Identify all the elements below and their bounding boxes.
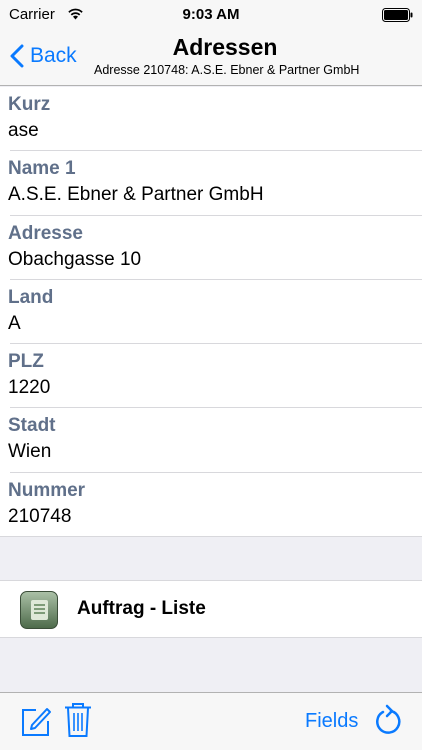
field-value: 210748 <box>8 505 72 527</box>
field-value: Wien <box>8 441 52 463</box>
page-title: Adressen <box>172 34 278 60</box>
field-row-stadt: Stadt Wien <box>0 408 422 473</box>
compose-icon[interactable] <box>20 705 52 737</box>
field-label: Land <box>8 286 54 308</box>
status-bar: Carrier 9:03 AM <box>0 0 422 30</box>
auftrag-liste-row[interactable]: Auftrag - Liste <box>0 580 422 638</box>
address-fields-list: Kurz ase Name 1 A.S.E. Ebner & Partner G… <box>0 87 422 538</box>
navigation-bar: Back Adressen Adresse 210748: A.S.E. Ebn… <box>0 30 422 86</box>
battery-icon <box>382 8 413 22</box>
status-time: 9:03 AM <box>182 6 240 23</box>
field-label: Adresse <box>8 222 83 244</box>
field-row-adresse: Adresse Obachgasse 10 <box>0 216 422 280</box>
field-value: ase <box>8 120 39 141</box>
field-row-kurz: Kurz ase <box>0 87 422 152</box>
field-value: A <box>8 312 21 334</box>
refresh-icon[interactable] <box>374 704 404 736</box>
field-row-name-1: Name 1 A.S.E. Ebner & Partner GmbH <box>0 151 422 216</box>
divider <box>0 536 422 538</box>
field-label: Kurz <box>8 94 51 115</box>
field-label: Stadt <box>8 415 56 437</box>
field-value: Obachgasse 10 <box>8 248 142 270</box>
trash-icon[interactable] <box>64 702 92 738</box>
field-row-plz: PLZ 1220 <box>0 344 422 409</box>
field-row-land: Land A <box>0 280 422 345</box>
field-value: A.S.E. Ebner & Partner GmbH <box>8 184 264 206</box>
auftrag-liste-label: Auftrag - Liste <box>77 598 206 619</box>
document-list-icon <box>20 591 58 629</box>
field-label: Nummer <box>8 479 86 501</box>
field-value: 1220 <box>8 377 51 399</box>
page-subtitle: Adresse 210748: A.S.E. Ebner & Partner G… <box>94 63 360 77</box>
fields-button[interactable]: Fields <box>305 710 358 733</box>
bottom-toolbar: Fields <box>0 692 422 750</box>
field-row-nummer: Nummer 210748 <box>0 473 422 538</box>
field-label: PLZ <box>8 351 44 373</box>
field-label: Name 1 <box>8 158 76 180</box>
